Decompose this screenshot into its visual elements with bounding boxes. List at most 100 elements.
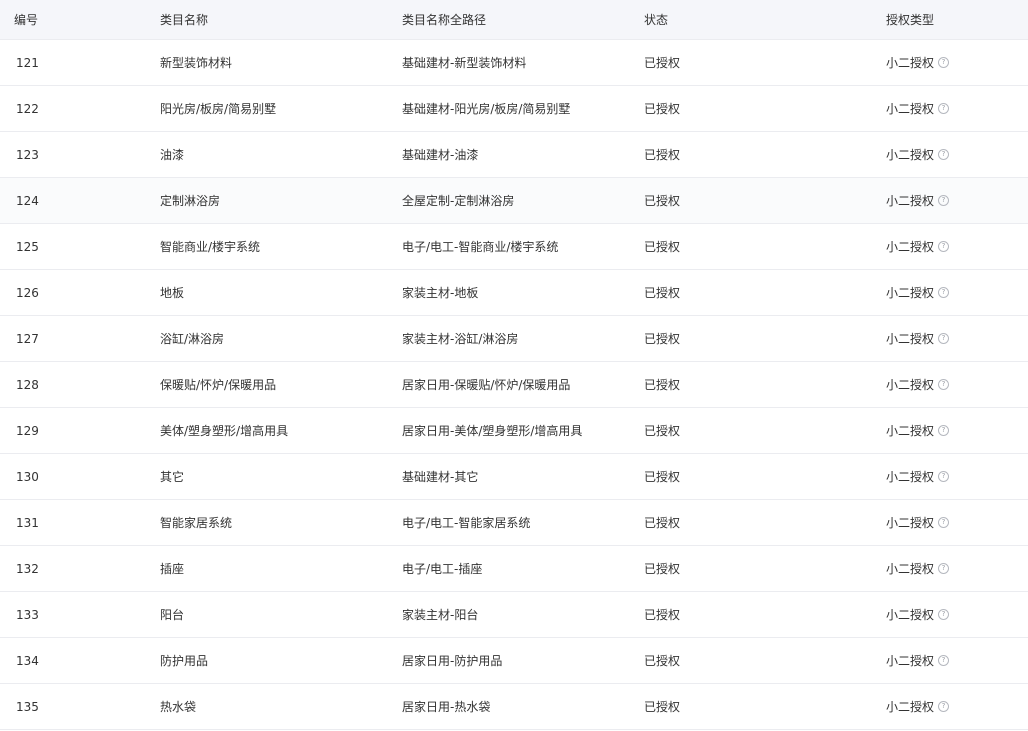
help-icon[interactable]: ?	[938, 287, 950, 298]
row-category-name: 定制淋浴房	[160, 194, 221, 208]
row-id: 126	[16, 285, 39, 300]
row-auth-type: 小二授权?	[886, 40, 950, 85]
help-icon[interactable]: ?	[938, 195, 950, 206]
row-category-path: 居家日用-美体/塑身塑形/增高用具	[402, 424, 583, 438]
row-id: 131	[16, 515, 39, 530]
row-category-name: 浴缸/淋浴房	[160, 332, 225, 346]
row-id: 132	[16, 561, 39, 576]
auth-type-label: 小二授权	[886, 424, 935, 438]
row-status: 已授权	[644, 424, 681, 438]
category-authorization-table: 编号 类目名称 类目名称全路径 状态 授权类型 121 新型装饰材料 基础建材-新型…	[0, 0, 1028, 730]
row-category-path: 家装主材-阳台	[402, 608, 479, 622]
table-row: 131 智能家居系统 电子/电工-智能家居系统 已授权 小二授权?	[0, 500, 1028, 546]
row-category-name: 阳光房/板房/简易别墅	[160, 102, 277, 116]
auth-type-label: 小二授权	[886, 378, 935, 392]
row-status: 已授权	[644, 240, 681, 254]
help-icon[interactable]: ?	[938, 517, 950, 528]
table-row: 134 防护用品 居家日用-防护用品 已授权 小二授权?	[0, 638, 1028, 684]
table-row: 130 其它 基础建材-其它 已授权 小二授权?	[0, 454, 1028, 500]
row-category-name: 智能商业/楼宇系统	[160, 240, 261, 254]
row-id: 125	[16, 239, 39, 254]
row-auth-type: 小二授权?	[886, 408, 950, 453]
row-auth-type: 小二授权?	[886, 454, 950, 499]
help-icon[interactable]: ?	[938, 609, 950, 620]
help-icon[interactable]: ?	[938, 149, 950, 160]
auth-type-label: 小二授权	[886, 148, 935, 162]
row-status: 已授权	[644, 56, 681, 70]
row-category-name: 阳台	[160, 608, 185, 622]
row-category-name: 新型装饰材料	[160, 56, 233, 70]
row-category-path: 全屋定制-定制淋浴房	[402, 194, 515, 208]
help-icon[interactable]: ?	[938, 701, 950, 712]
row-id: 129	[16, 423, 39, 438]
row-auth-type: 小二授权?	[886, 86, 950, 131]
row-category-path: 家装主材-地板	[402, 286, 479, 300]
help-icon[interactable]: ?	[938, 241, 950, 252]
row-status: 已授权	[644, 194, 681, 208]
row-category-path: 电子/电工-智能商业/楼宇系统	[402, 240, 559, 254]
help-icon[interactable]: ?	[938, 103, 950, 114]
row-auth-type: 小二授权?	[886, 178, 950, 223]
row-category-name: 保暖贴/怀炉/保暖用品	[160, 378, 277, 392]
auth-type-label: 小二授权	[886, 56, 935, 70]
row-category-path: 居家日用-保暖贴/怀炉/保暖用品	[402, 378, 571, 392]
row-category-path: 电子/电工-插座	[402, 562, 483, 576]
row-auth-type: 小二授权?	[886, 132, 950, 177]
help-icon[interactable]: ?	[938, 563, 950, 574]
auth-type-label: 小二授权	[886, 102, 935, 116]
help-icon[interactable]: ?	[938, 425, 950, 436]
row-category-name: 油漆	[160, 148, 185, 162]
table-row: 126 地板 家装主材-地板 已授权 小二授权?	[0, 270, 1028, 316]
header-status: 状态	[644, 13, 669, 27]
header-category-path: 类目名称全路径	[402, 13, 487, 27]
row-category-name: 防护用品	[160, 654, 209, 668]
row-category-path: 居家日用-热水袋	[402, 700, 491, 714]
row-category-name: 美体/塑身塑形/增高用具	[160, 424, 289, 438]
row-id: 135	[16, 699, 39, 714]
row-category-path: 居家日用-防护用品	[402, 654, 503, 668]
auth-type-label: 小二授权	[886, 654, 935, 668]
table-row: 123 油漆 基础建材-油漆 已授权 小二授权?	[0, 132, 1028, 178]
row-status: 已授权	[644, 332, 681, 346]
row-category-path: 基础建材-新型装饰材料	[402, 56, 527, 70]
row-status: 已授权	[644, 470, 681, 484]
row-status: 已授权	[644, 654, 681, 668]
row-category-name: 地板	[160, 286, 185, 300]
row-status: 已授权	[644, 102, 681, 116]
row-auth-type: 小二授权?	[886, 224, 950, 269]
row-status: 已授权	[644, 700, 681, 714]
auth-type-label: 小二授权	[886, 700, 935, 714]
row-auth-type: 小二授权?	[886, 684, 950, 729]
header-id: 编号	[14, 13, 39, 27]
header-category-name: 类目名称	[160, 13, 209, 27]
help-icon[interactable]: ?	[938, 57, 950, 68]
row-auth-type: 小二授权?	[886, 316, 950, 361]
table-row: 132 插座 电子/电工-插座 已授权 小二授权?	[0, 546, 1028, 592]
row-category-path: 基础建材-其它	[402, 470, 479, 484]
row-category-path: 家装主材-浴缸/淋浴房	[402, 332, 519, 346]
row-category-name: 插座	[160, 562, 185, 576]
auth-type-label: 小二授权	[886, 240, 935, 254]
row-category-name: 热水袋	[160, 700, 197, 714]
row-status: 已授权	[644, 562, 681, 576]
help-icon[interactable]: ?	[938, 379, 950, 390]
auth-type-label: 小二授权	[886, 332, 935, 346]
row-id: 127	[16, 331, 39, 346]
row-auth-type: 小二授权?	[886, 362, 950, 407]
row-auth-type: 小二授权?	[886, 270, 950, 315]
row-id: 122	[16, 101, 39, 116]
help-icon[interactable]: ?	[938, 333, 950, 344]
header-auth-type: 授权类型	[886, 13, 935, 27]
auth-type-label: 小二授权	[886, 562, 935, 576]
table-row: 122 阳光房/板房/简易别墅 基础建材-阳光房/板房/简易别墅 已授权 小二授权?	[0, 86, 1028, 132]
table-row: 129 美体/塑身塑形/增高用具 居家日用-美体/塑身塑形/增高用具 已授权 小二授权?	[0, 408, 1028, 454]
auth-type-label: 小二授权	[886, 286, 935, 300]
row-id: 133	[16, 607, 39, 622]
table-body: 121 新型装饰材料 基础建材-新型装饰材料 已授权 小二授权? 122 阳光房/板房/简易…	[0, 40, 1028, 730]
auth-type-label: 小二授权	[886, 516, 935, 530]
help-icon[interactable]: ?	[938, 655, 950, 666]
auth-type-label: 小二授权	[886, 608, 935, 622]
row-category-path: 电子/电工-智能家居系统	[402, 516, 531, 530]
help-icon[interactable]: ?	[938, 471, 950, 482]
table-row: 128 保暖贴/怀炉/保暖用品 居家日用-保暖贴/怀炉/保暖用品 已授权 小二授权?	[0, 362, 1028, 408]
